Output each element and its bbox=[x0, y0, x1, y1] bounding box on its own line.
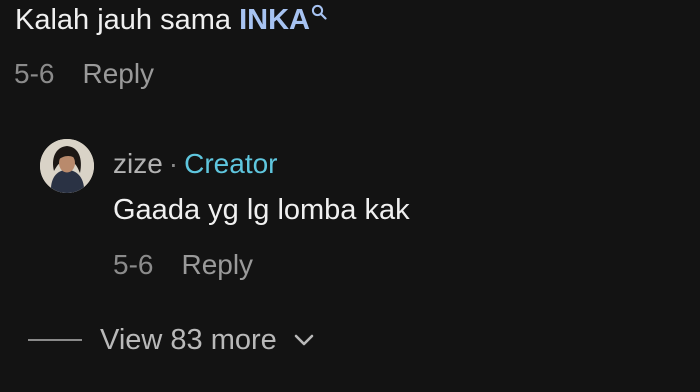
comments-screen: Kalah jauh sama INKA 5-6 Reply zize · Crea… bbox=[0, 0, 700, 392]
parent-comment-date: 5-6 bbox=[14, 58, 55, 89]
search-icon bbox=[311, 4, 327, 20]
reply-author-line: zize · Creator bbox=[113, 147, 278, 181]
reply-reply-button[interactable]: Reply bbox=[181, 249, 253, 281]
creator-badge: Creator bbox=[184, 148, 278, 179]
creator-avatar[interactable] bbox=[40, 139, 94, 193]
parent-comment-meta: 5-6 Reply bbox=[14, 58, 154, 90]
view-more-button[interactable]: View 83 more bbox=[28, 322, 315, 358]
parent-comment-text: Kalah jauh sama INKA bbox=[15, 2, 327, 38]
parent-reply-button[interactable]: Reply bbox=[82, 58, 154, 90]
view-more-label: View 83 more bbox=[100, 324, 277, 356]
view-more-divider bbox=[28, 339, 82, 341]
avatar-image bbox=[40, 139, 94, 193]
chevron-down-icon bbox=[294, 334, 314, 346]
parent-comment-prefix: Kalah jauh sama bbox=[15, 4, 240, 36]
author-name[interactable]: zize bbox=[113, 148, 163, 179]
reply-comment-text: Gaada yg lg lomba kak bbox=[113, 194, 410, 226]
author-separator: · bbox=[168, 148, 179, 179]
reply-comment-meta: 5-6 Reply bbox=[113, 249, 253, 281]
reply-comment-date: 5-6 bbox=[113, 249, 154, 280]
keyword-text: INKA bbox=[239, 4, 310, 36]
keyword-link[interactable]: INKA bbox=[239, 4, 327, 36]
